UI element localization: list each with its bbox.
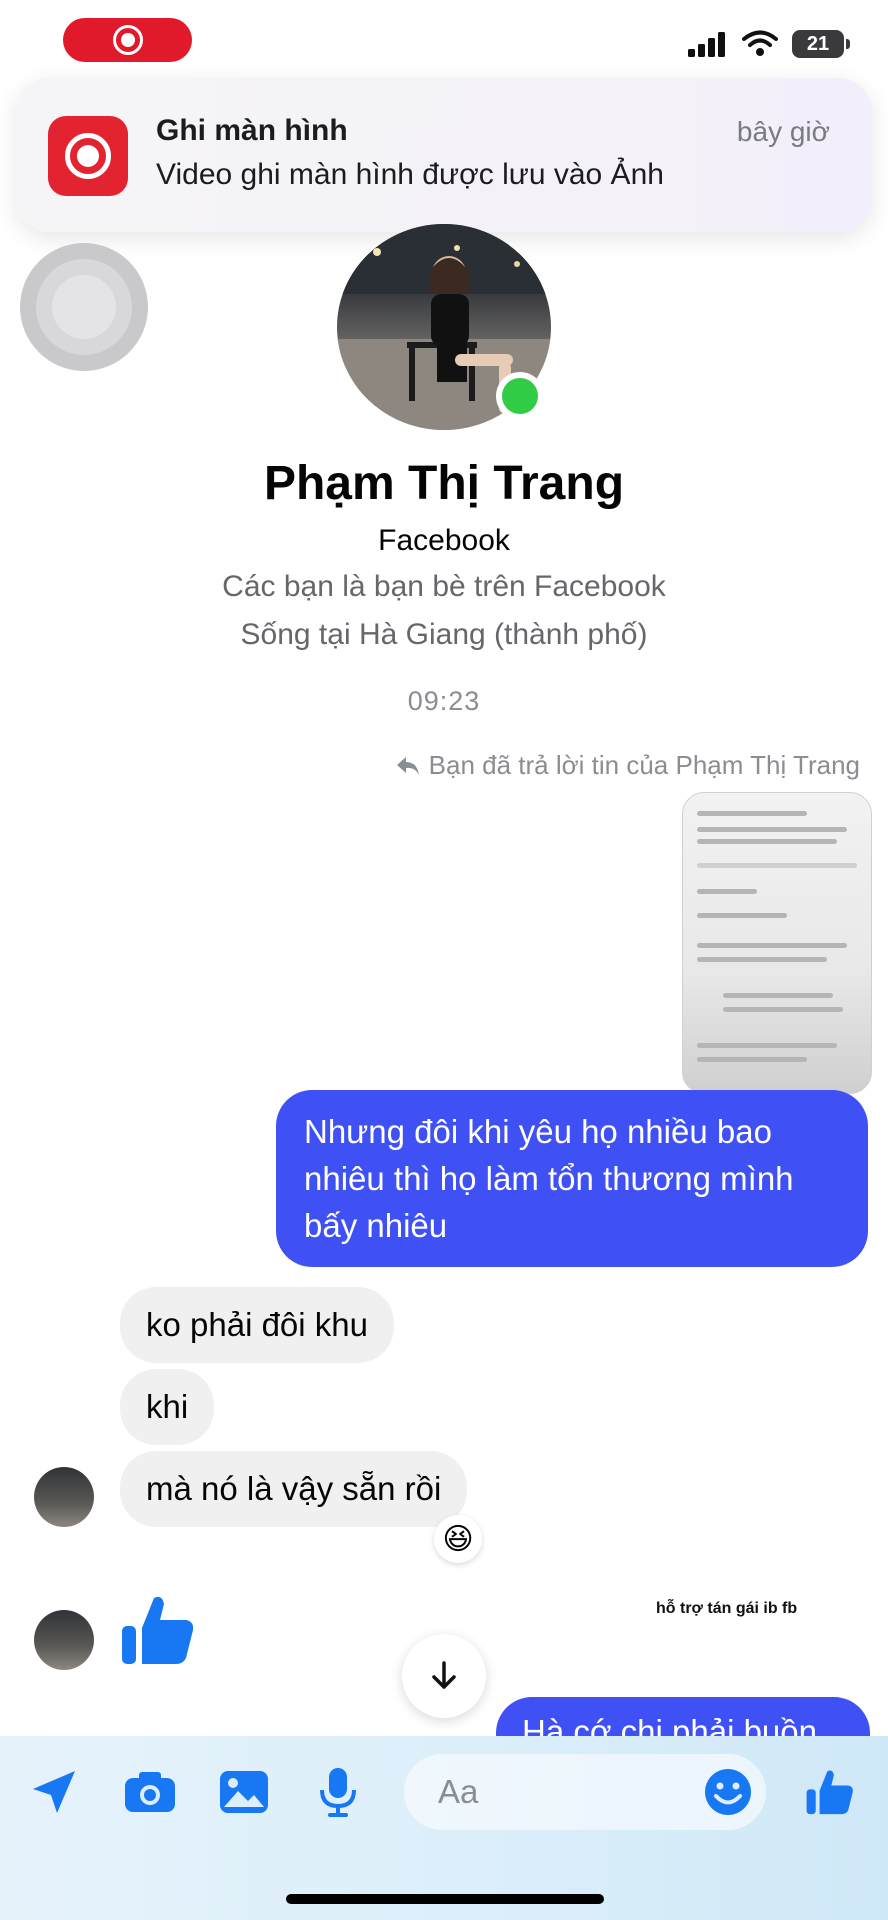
wifi-icon: [742, 30, 778, 56]
record-icon: [112, 25, 143, 55]
lives-in-info: Sống tại Hà Giang (thành phố): [240, 618, 648, 651]
gallery-icon[interactable]: [214, 1762, 274, 1822]
arrow-down-icon: [432, 1661, 456, 1689]
notification-title: Ghi màn hình: [156, 114, 348, 147]
camera-icon[interactable]: [120, 1762, 180, 1822]
microphone-icon[interactable]: [308, 1762, 368, 1822]
incoming-message[interactable]: khi: [120, 1369, 215, 1445]
cellular-signal-icon: [688, 32, 725, 57]
screen-record-icon: [48, 116, 128, 196]
notification-time: bây giờ: [736, 116, 830, 147]
home-indicator[interactable]: [286, 1894, 604, 1904]
like-button-icon[interactable]: [800, 1762, 860, 1822]
reply-note-text: Bạn đã trả lời tin của Phạm Thị Trang: [428, 750, 860, 780]
location-send-icon[interactable]: [24, 1762, 84, 1822]
message-reaction[interactable]: 😆: [434, 1515, 482, 1563]
battery-indicator: 21: [792, 30, 850, 58]
outgoing-message[interactable]: Nhưng đôi khi yêu họ nhiều bao nhiêu thì…: [276, 1090, 868, 1267]
status-icons: 21: [688, 30, 850, 58]
notification-body: Video ghi màn hình được lưu vào Ảnh: [156, 158, 664, 191]
assistive-touch-button[interactable]: [20, 243, 148, 371]
reply-arrow-icon: [396, 756, 419, 775]
online-status-indicator: [496, 372, 544, 420]
contact-avatar[interactable]: [34, 1467, 94, 1527]
message-input-placeholder: Aa: [438, 1773, 479, 1810]
profile-name: Phạm Thị Trang: [263, 457, 625, 510]
scroll-to-bottom-button[interactable]: [402, 1634, 486, 1718]
incoming-message[interactable]: mà nó là vậy sẵn rồi: [120, 1451, 468, 1527]
notification-banner[interactable]: Ghi màn hình bây giờ Video ghi màn hình …: [16, 78, 872, 232]
profile-source: Facebook: [378, 524, 510, 557]
incoming-message[interactable]: ko phải đôi khu: [120, 1287, 394, 1363]
message-timestamp: 09:23: [407, 686, 481, 716]
friends-status: Các bạn là bạn bè trên Facebook: [222, 570, 666, 603]
emoji-icon[interactable]: [698, 1762, 758, 1822]
shared-screenshot-image[interactable]: [682, 792, 872, 1094]
contact-avatar[interactable]: [34, 1610, 94, 1670]
screen-recording-indicator[interactable]: [63, 18, 192, 62]
thumbs-up-icon[interactable]: [118, 1590, 198, 1670]
watermark-text: hỗ trợ tán gái ib fb: [656, 1600, 798, 1617]
reply-note: Bạn đã trả lời tin của Phạm Thị Trang: [395, 750, 860, 781]
